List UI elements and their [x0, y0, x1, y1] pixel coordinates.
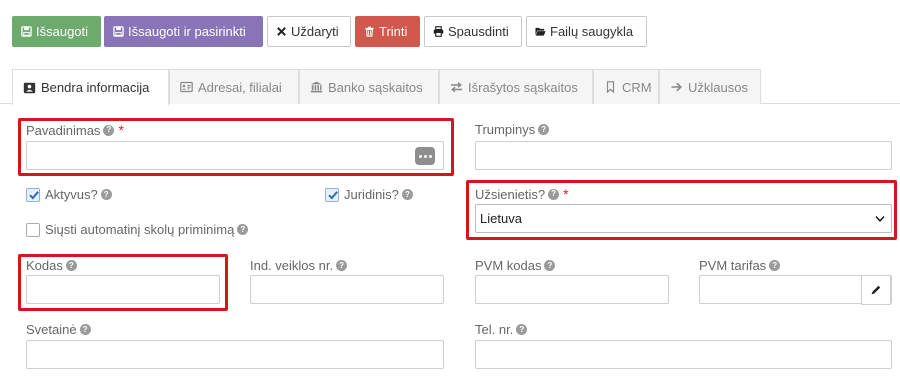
help-icon[interactable]: ? [401, 189, 413, 200]
print-button[interactable]: Spausdinti [424, 16, 522, 47]
tab-crm[interactable]: CRM [593, 69, 659, 104]
help-icon[interactable]: ? [538, 124, 550, 135]
delete-button[interactable]: Trinti [355, 16, 420, 47]
active-label: Aktyvus? ? [45, 187, 112, 202]
required-marker: * [118, 122, 124, 138]
bookmark-icon [606, 81, 615, 93]
help-icon[interactable]: ? [65, 260, 77, 271]
close-icon [277, 27, 286, 36]
close-label: Uždaryti [291, 24, 339, 39]
id-card-icon [23, 82, 36, 93]
help-icon[interactable]: ? [237, 224, 249, 235]
individual-activity-input[interactable] [250, 275, 444, 304]
tab-label: CRM [622, 79, 652, 95]
file-storage-button[interactable]: Failų saugykla [526, 16, 647, 47]
country-select[interactable]: Lietuva [475, 204, 892, 233]
vat-code-input[interactable] [475, 275, 669, 304]
code-input[interactable] [26, 275, 220, 304]
help-icon[interactable]: ? [336, 260, 348, 271]
auto-reminder-label: Siųsti automatinį skolų priminimą ? [45, 222, 249, 237]
bank-icon [310, 81, 323, 93]
checkmark-icon [29, 191, 39, 200]
save-label: Išsaugoti [36, 24, 89, 39]
vat-code-label: PVM kodas ? [475, 258, 556, 273]
tab-label: Banko sąskaitos [328, 79, 423, 95]
floppy-disk-icon [21, 26, 32, 37]
help-icon[interactable]: ? [100, 189, 112, 200]
active-checkbox[interactable] [26, 188, 40, 202]
help-icon[interactable]: ? [769, 260, 781, 271]
tab-label: Bendra informacija [41, 80, 150, 95]
save-and-select-label: Išsaugoti ir pasirinkti [128, 24, 246, 39]
file-storage-label: Failų saugykla [550, 24, 634, 39]
help-icon[interactable]: ? [548, 188, 560, 200]
tab-addresses[interactable]: Adresai, filialai [169, 69, 299, 104]
short-name-input[interactable] [475, 141, 892, 170]
help-icon[interactable]: ? [79, 324, 91, 335]
tab-general-info[interactable]: Bendra informacija [12, 69, 169, 105]
help-icon[interactable]: ? [544, 260, 556, 271]
foreigner-label: Užsienietis? ? * [475, 186, 569, 202]
tab-bank-accounts[interactable]: Banko sąskaitos [299, 69, 439, 104]
close-button[interactable]: Uždaryti [267, 16, 351, 47]
name-field-label: Pavadinimas ? * [26, 122, 124, 138]
delete-label: Trinti [379, 24, 408, 39]
pencil-icon [871, 285, 881, 295]
vat-rate-label: PVM tarifas ? [699, 258, 781, 273]
auto-reminder-checkbox[interactable] [26, 223, 40, 237]
more-options-icon[interactable] [415, 147, 435, 165]
tab-inquiries[interactable]: Užklausos [659, 69, 761, 104]
legal-entity-checkbox[interactable] [325, 188, 339, 202]
required-marker: * [563, 186, 569, 202]
chevron-down-icon [875, 215, 885, 222]
help-icon[interactable]: ? [103, 124, 115, 136]
phone-input[interactable] [475, 340, 892, 369]
print-label: Spausdinti [448, 24, 509, 39]
trash-icon [365, 26, 374, 37]
individual-activity-label: Ind. veiklos nr. ? [250, 258, 348, 273]
short-name-label: Trumpinys ? [475, 122, 550, 137]
legal-entity-label: Juridinis? ? [344, 187, 413, 202]
vat-rate-input[interactable] [699, 275, 892, 305]
printer-icon [433, 26, 444, 37]
tab-label: Adresai, filialai [198, 79, 282, 95]
help-icon[interactable]: ? [516, 324, 528, 335]
country-select-value: Lietuva [480, 211, 522, 226]
folder-open-icon [535, 27, 546, 36]
save-button[interactable]: Išsaugoti [12, 16, 101, 47]
tab-issued-invoices[interactable]: Išrašytos sąskaitos [439, 69, 593, 104]
exchange-icon [451, 82, 462, 93]
website-input[interactable] [26, 340, 444, 369]
floppy-disk-icon [113, 26, 124, 37]
phone-label: Tel. nr. ? [475, 322, 528, 337]
arrow-right-icon [671, 82, 682, 92]
edit-vat-rate-button[interactable] [861, 275, 891, 305]
name-input[interactable] [26, 141, 444, 170]
checkmark-icon [328, 191, 338, 200]
website-label: Svetainė ? [26, 322, 91, 337]
tab-label: Užklausos [688, 79, 748, 95]
tab-label: Išrašytos sąskaitos [468, 79, 578, 95]
code-label: Kodas ? [26, 258, 77, 273]
address-card-icon [180, 81, 193, 93]
save-and-select-button[interactable]: Išsaugoti ir pasirinkti [104, 16, 263, 47]
